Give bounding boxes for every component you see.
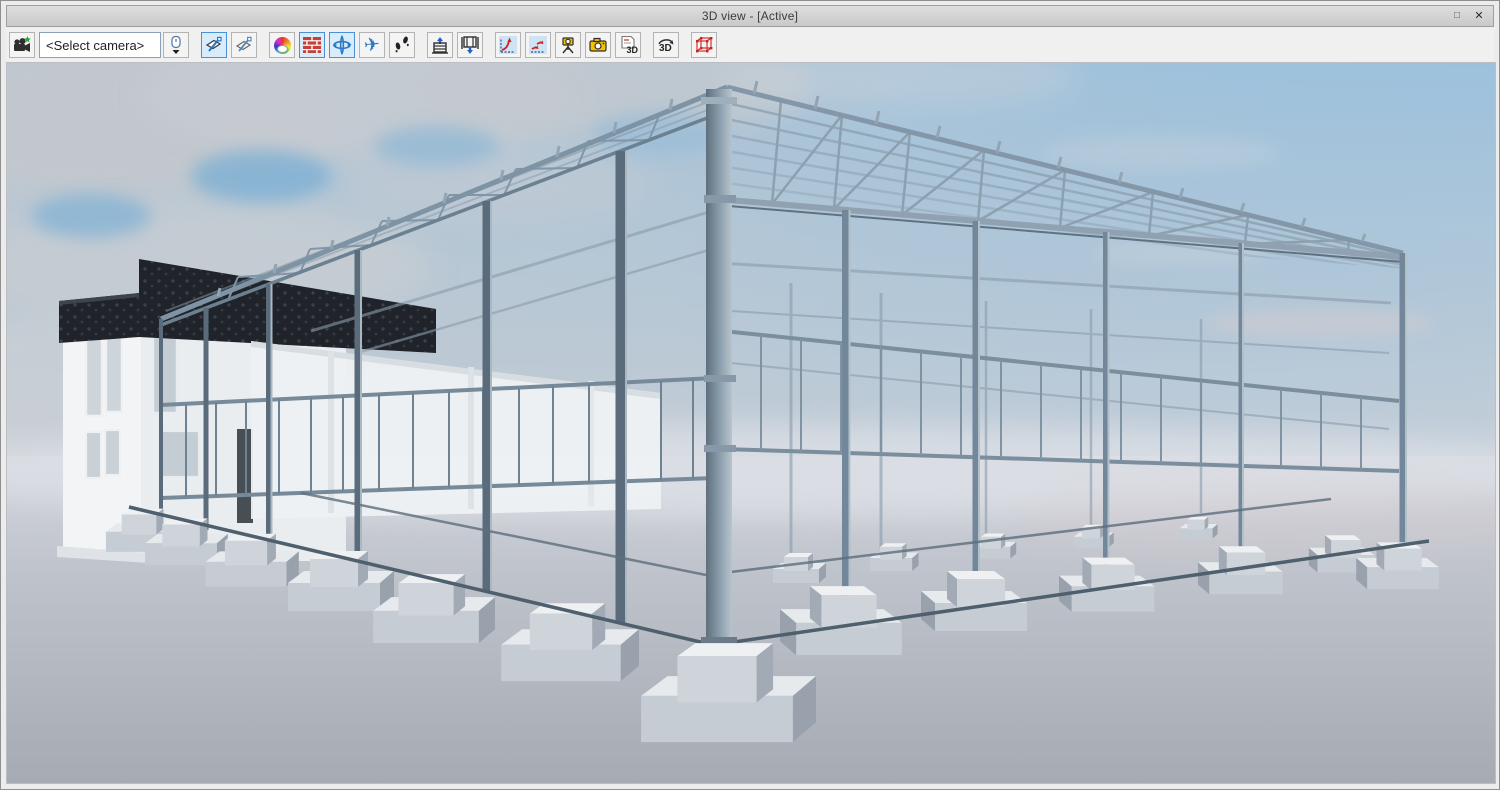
airplane-icon: ✈ — [363, 35, 381, 56]
fly-mode-button[interactable]: ✈ — [359, 32, 385, 58]
capture-down-button[interactable] — [427, 32, 453, 58]
add-camera-icon — [12, 35, 32, 55]
bricks-icon — [303, 37, 321, 53]
arrow-up-frame-icon — [461, 35, 479, 55]
orbit-rotate-button[interactable] — [329, 32, 355, 58]
chart-steps-icon — [528, 35, 548, 55]
animation-steps-button[interactable] — [525, 32, 551, 58]
close-window-button[interactable]: ✕ — [1471, 9, 1487, 24]
rotate-3d-icon: 3D — [656, 35, 676, 55]
export-3d-button[interactable]: 3D — [615, 32, 641, 58]
camera-dropdown-button[interactable] — [163, 32, 189, 58]
work-area-grid-icon — [694, 35, 714, 55]
3d-scene — [7, 63, 1495, 783]
capture-up-button[interactable] — [457, 32, 483, 58]
chart-arrow-icon — [498, 35, 518, 55]
restore-window-button[interactable]: □ — [1449, 9, 1465, 24]
view-camera-toolbar: <Select camera> — [6, 28, 1494, 62]
window-title: 3D view - [Active] — [702, 9, 798, 23]
export-3d-label: 3D — [626, 45, 638, 55]
color-wheel-icon — [274, 37, 291, 54]
snapshot-camera-icon — [588, 35, 608, 55]
render-options-button[interactable] — [269, 32, 295, 58]
app-window: 3D view - [Active] □ ✕ <Select camera> — [0, 0, 1500, 790]
camera-tripod-icon — [558, 35, 578, 55]
camera-select-value: <Select camera> — [46, 38, 144, 53]
mouse-down-icon — [167, 35, 185, 55]
snapshot-button[interactable] — [585, 32, 611, 58]
edit-fly-through-icon — [234, 35, 254, 55]
camera-select-dropdown[interactable]: <Select camera> — [39, 32, 161, 58]
orbit-icon — [332, 35, 352, 55]
add-camera-button[interactable] — [9, 32, 35, 58]
fly-through-icon — [204, 35, 224, 55]
export-3d-icon: 3D — [618, 35, 638, 55]
rotate-3d-label: 3D — [659, 43, 672, 54]
footprints-icon — [393, 35, 411, 55]
work-area-button[interactable] — [691, 32, 717, 58]
animation-path-button[interactable] — [495, 32, 521, 58]
rotate-3d-view-button[interactable]: 3D — [653, 32, 679, 58]
camera-tripod-button[interactable] — [555, 32, 581, 58]
brick-display-button[interactable] — [299, 32, 325, 58]
arrow-down-frame-icon — [431, 35, 449, 55]
fly-through-button[interactable] — [201, 32, 227, 58]
3d-viewport[interactable] — [6, 62, 1496, 784]
title-bar[interactable]: 3D view - [Active] □ ✕ — [6, 5, 1494, 27]
walk-mode-button[interactable] — [389, 32, 415, 58]
edit-fly-through-button[interactable] — [231, 32, 257, 58]
